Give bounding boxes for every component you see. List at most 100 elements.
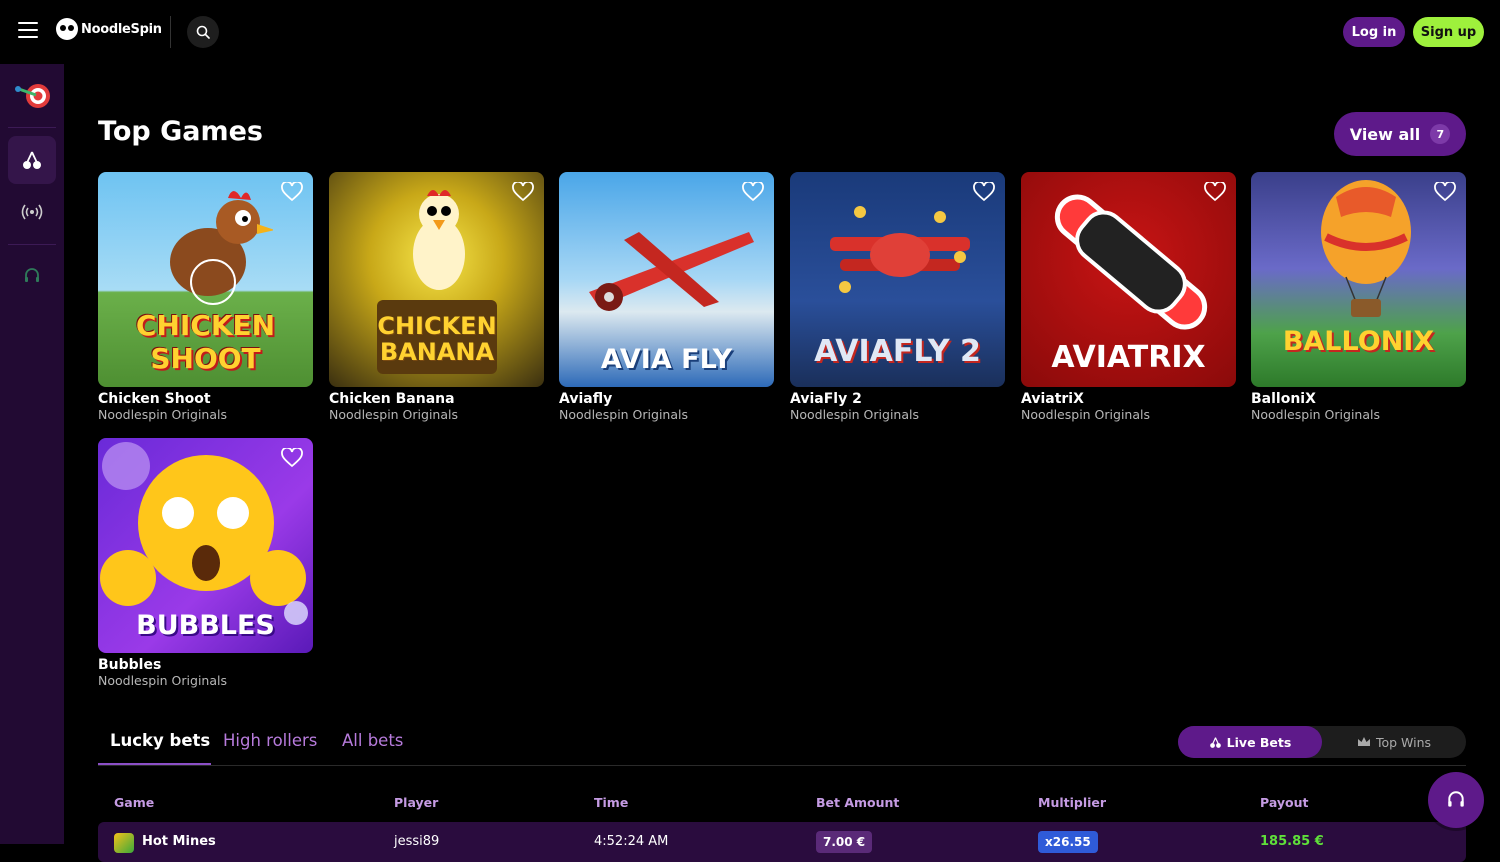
top-wins-label: Top Wins	[1375, 734, 1432, 750]
column-header-time: Time	[594, 795, 629, 810]
chicken-art	[170, 191, 273, 305]
page-title: Top Games	[98, 116, 264, 147]
tab-high-rollers[interactable]: High rollers	[223, 731, 317, 750]
search-icon	[196, 25, 210, 39]
game-title: AviatriX	[1021, 391, 1084, 407]
panda-logo-icon	[56, 18, 78, 40]
game-card-chicken-shoot[interactable]: CHICKEN SHOOT Chicken Shoot Noodlespin O…	[98, 172, 313, 422]
bets-toggle: Live Bets Top Wins	[1178, 726, 1466, 758]
game-provider: Noodlespin Originals	[98, 407, 227, 422]
sidebar-item-live[interactable]	[8, 188, 56, 236]
heart-icon[interactable]	[973, 182, 995, 202]
game-thumbnail[interactable]: BUBBLES	[98, 438, 313, 653]
top-wins-button[interactable]: Top Wins	[1322, 726, 1466, 758]
game-provider: Noodlespin Originals	[559, 407, 688, 422]
plane-art	[830, 206, 970, 293]
column-header-bet-amount: Bet Amount	[816, 795, 900, 810]
game-provider: Noodlespin Originals	[329, 407, 458, 422]
heart-icon[interactable]	[1434, 182, 1456, 202]
game-thumbnail[interactable]: AVIA FLY	[559, 172, 774, 387]
game-thumbnail[interactable]: CHICKEN BANANA	[329, 172, 544, 387]
heart-icon[interactable]	[281, 182, 303, 202]
brand-logo[interactable]: NoodleSpin	[56, 18, 162, 40]
view-all-count-badge: 7	[1430, 124, 1451, 144]
game-provider: Noodlespin Originals	[98, 673, 227, 688]
game-thumbnail[interactable]: BALLONIX	[1251, 172, 1466, 387]
brand-name: NoodleSpin	[81, 21, 162, 37]
chicken-art	[413, 190, 465, 290]
plane-art	[589, 232, 754, 311]
game-card-ballonix[interactable]: BALLONIX BalloniX Noodlespin Originals	[1251, 172, 1466, 422]
game-card-aviafly-2[interactable]: AVIAFLY 2 AviaFly 2 Noodlespin Originals	[790, 172, 1005, 422]
game-title: BalloniX	[1251, 391, 1316, 407]
heart-icon[interactable]	[281, 448, 303, 468]
menu-icon[interactable]	[18, 22, 38, 38]
sidebar-divider	[8, 127, 56, 128]
support-chat-button[interactable]	[1428, 772, 1484, 828]
column-header-payout: Payout	[1260, 795, 1309, 810]
view-all-label: View all	[1349, 124, 1421, 144]
crown-icon	[1357, 737, 1370, 746]
game-art-title: AVIAFLY 2	[814, 334, 981, 369]
game-thumbnail[interactable]: CHICKEN SHOOT	[98, 172, 313, 387]
signup-button[interactable]: Sign up	[1413, 17, 1484, 47]
game-thumbnail[interactable]: AVIAFLY 2	[790, 172, 1005, 387]
game-art-title: CHICKEN BANANA	[377, 312, 497, 366]
sidebar-item-sports[interactable]	[8, 72, 56, 120]
top-bar: NoodleSpin Log in Sign up	[0, 0, 1500, 64]
plane-art	[1054, 194, 1208, 330]
game-title: Chicken Banana	[329, 391, 455, 407]
sidebar-divider	[8, 244, 56, 245]
game-art-title: CHICKEN SHOOT	[135, 309, 276, 375]
game-provider: Noodlespin Originals	[790, 407, 919, 422]
heart-icon[interactable]	[742, 182, 764, 202]
search-button[interactable]	[187, 16, 219, 48]
row-payout: 185.85 €	[1260, 834, 1324, 849]
game-title: Chicken Shoot	[98, 391, 211, 407]
dart-target-icon	[15, 84, 50, 108]
tab-lucky-bets[interactable]: Lucky bets	[110, 731, 210, 750]
column-header-multiplier: Multiplier	[1038, 795, 1107, 810]
row-multiplier: x26.55	[1038, 831, 1098, 853]
game-card-aviatrix[interactable]: AVIATRIX AviatriX Noodlespin Originals	[1021, 172, 1236, 422]
game-provider: Noodlespin Originals	[1021, 407, 1150, 422]
live-bets-label: Live Bets	[1226, 734, 1292, 750]
row-bet-amount: 7.00 €	[816, 831, 873, 853]
live-bets-button[interactable]: Live Bets	[1178, 726, 1322, 758]
game-thumb-icon	[114, 833, 134, 853]
game-thumbnail[interactable]: AVIATRIX	[1021, 172, 1236, 387]
row-game[interactable]: Hot Mines	[142, 834, 216, 849]
headset-icon	[1448, 791, 1464, 807]
table-row[interactable]: Hot Mines jessi89 4:52:24 AM 7.00 € x26.…	[98, 822, 1466, 862]
active-tab-indicator	[98, 763, 211, 765]
game-art-title: BUBBLES	[136, 610, 275, 641]
game-card-chicken-banana[interactable]: CHICKEN BANANA Chicken Banana Noodlespin…	[329, 172, 544, 422]
game-art-title: BALLONIX	[1282, 326, 1435, 357]
game-art-title: AVIATRIX	[1051, 340, 1206, 375]
headset-icon	[25, 268, 39, 282]
game-title: Aviafly	[559, 391, 613, 407]
sidebar-item-support[interactable]	[8, 252, 56, 300]
game-card-bubbles[interactable]: BUBBLES Bubbles Noodlespin Originals	[98, 438, 313, 688]
game-art-title: AVIA FLY	[600, 344, 733, 375]
login-button[interactable]: Log in	[1343, 17, 1405, 47]
cherry-icon	[23, 151, 41, 169]
sidebar	[0, 64, 64, 844]
column-header-player: Player	[394, 795, 439, 810]
column-header-game: Game	[114, 795, 155, 810]
cherry-icon	[1209, 737, 1221, 748]
heart-icon[interactable]	[512, 182, 534, 202]
sidebar-item-casino[interactable]	[8, 136, 56, 184]
row-time: 4:52:24 AM	[594, 834, 669, 849]
game-title: Bubbles	[98, 657, 162, 673]
tab-all-bets[interactable]: All bets	[342, 731, 403, 750]
heart-icon[interactable]	[1204, 182, 1226, 202]
balloon-art	[1321, 180, 1411, 317]
row-player: jessi89	[394, 834, 440, 849]
view-all-button[interactable]: View all 7	[1334, 112, 1466, 156]
live-signal-icon	[21, 204, 43, 220]
game-title: AviaFly 2	[790, 391, 862, 407]
header-divider	[170, 16, 171, 48]
game-provider: Noodlespin Originals	[1251, 407, 1380, 422]
game-card-aviafly[interactable]: AVIA FLY Aviafly Noodlespin Originals	[559, 172, 774, 422]
